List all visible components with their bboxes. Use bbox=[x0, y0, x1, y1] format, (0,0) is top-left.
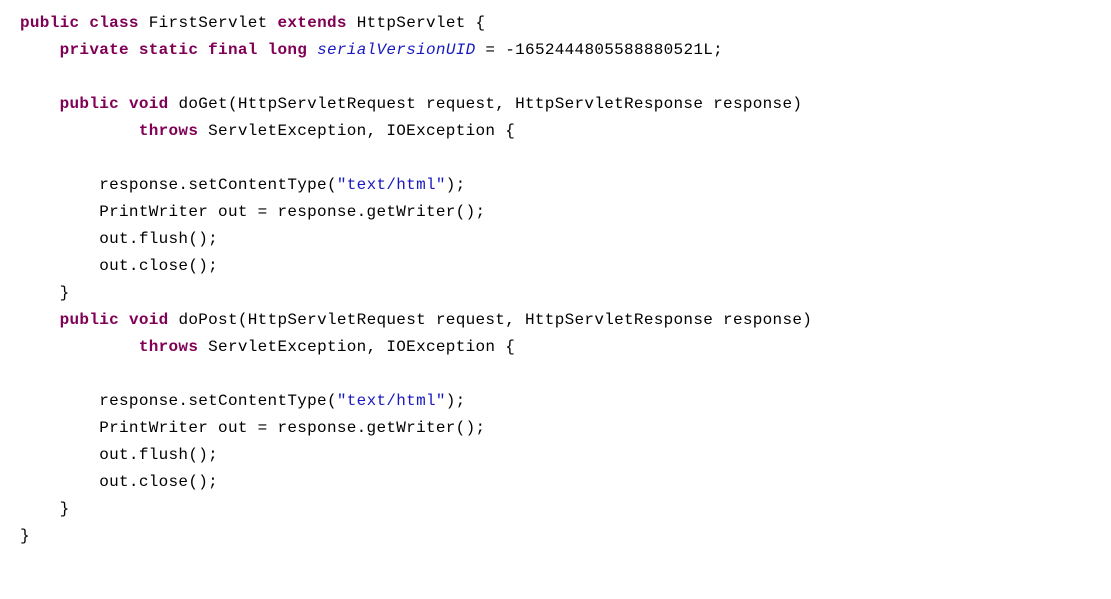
string-literal: "text/html" bbox=[337, 176, 446, 194]
keyword-final: final bbox=[208, 41, 258, 59]
code-line: out.close(); bbox=[20, 473, 218, 491]
code-line: throws ServletException, IOException { bbox=[20, 338, 515, 356]
keyword-throws: throws bbox=[139, 338, 198, 356]
code-line: out.flush(); bbox=[20, 446, 218, 464]
code-block: public class FirstServlet extends HttpSe… bbox=[0, 0, 1111, 550]
keyword-public: public bbox=[20, 14, 79, 32]
method-signature: doPost(HttpServletRequest request, HttpS… bbox=[178, 311, 812, 329]
code-line: response.setContentType("text/html"); bbox=[20, 392, 466, 410]
code-line: response.setContentType("text/html"); bbox=[20, 176, 466, 194]
keyword-throws: throws bbox=[139, 122, 198, 140]
code-text: out.flush(); bbox=[99, 230, 218, 248]
field-serialversionuid: serialVersionUID bbox=[317, 41, 475, 59]
code-line: throws ServletException, IOException { bbox=[20, 122, 515, 140]
code-line: out.flush(); bbox=[20, 230, 218, 248]
superclass-name: HttpServlet { bbox=[357, 14, 486, 32]
keyword-void: void bbox=[129, 95, 169, 113]
code-line: } bbox=[20, 284, 70, 302]
code-text: response.setContentType( bbox=[99, 176, 337, 194]
code-text: } bbox=[60, 500, 70, 518]
code-line: private static final long serialVersionU… bbox=[20, 41, 723, 59]
code-text: out.close(); bbox=[99, 257, 218, 275]
keyword-void: void bbox=[129, 311, 169, 329]
code-text: response.setContentType( bbox=[99, 392, 337, 410]
code-text: } bbox=[20, 527, 30, 545]
method-signature: doGet(HttpServletRequest request, HttpSe… bbox=[178, 95, 802, 113]
code-line: } bbox=[20, 527, 30, 545]
code-line: PrintWriter out = response.getWriter(); bbox=[20, 203, 485, 221]
code-text: PrintWriter out = response.getWriter(); bbox=[99, 419, 485, 437]
code-line: out.close(); bbox=[20, 257, 218, 275]
code-line: PrintWriter out = response.getWriter(); bbox=[20, 419, 485, 437]
code-text: out.flush(); bbox=[99, 446, 218, 464]
throws-list: ServletException, IOException { bbox=[198, 122, 515, 140]
keyword-public: public bbox=[60, 311, 119, 329]
code-line: public void doPost(HttpServletRequest re… bbox=[20, 311, 812, 329]
code-line: public void doGet(HttpServletRequest req… bbox=[20, 95, 802, 113]
keyword-long: long bbox=[268, 41, 308, 59]
keyword-extends: extends bbox=[277, 14, 346, 32]
keyword-public: public bbox=[60, 95, 119, 113]
code-line: } bbox=[20, 500, 70, 518]
code-text: PrintWriter out = response.getWriter(); bbox=[99, 203, 485, 221]
throws-list: ServletException, IOException { bbox=[198, 338, 515, 356]
code-text: } bbox=[60, 284, 70, 302]
string-literal: "text/html" bbox=[337, 392, 446, 410]
code-line: public class FirstServlet extends HttpSe… bbox=[20, 14, 485, 32]
keyword-private: private bbox=[60, 41, 129, 59]
keyword-class: class bbox=[89, 14, 139, 32]
code-text: out.close(); bbox=[99, 473, 218, 491]
field-value: = -1652444805588880521L; bbox=[476, 41, 724, 59]
keyword-static: static bbox=[139, 41, 198, 59]
class-name: FirstServlet bbox=[149, 14, 268, 32]
